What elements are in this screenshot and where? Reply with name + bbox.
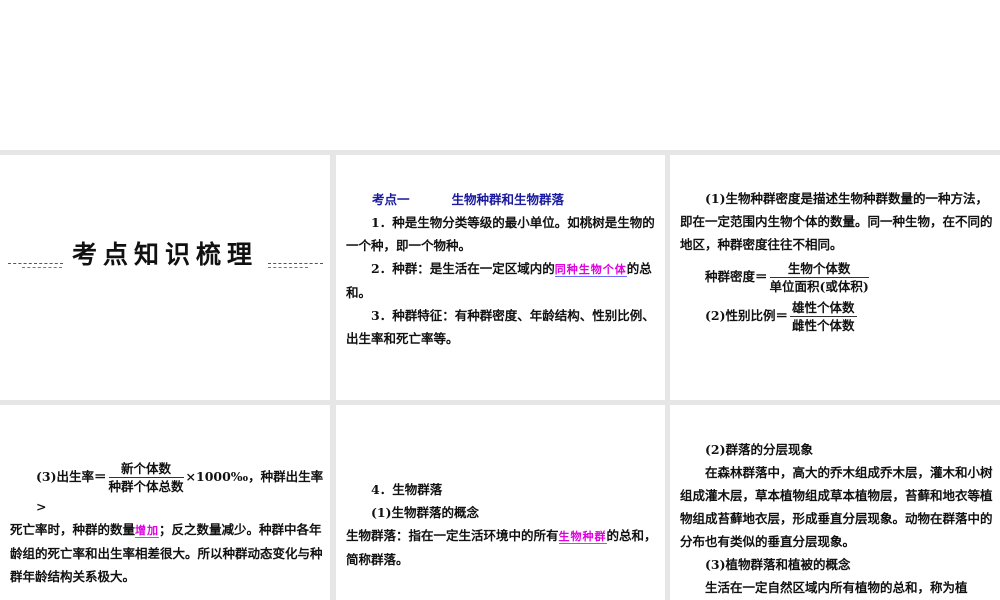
paragraph: (3)植物群落和植被的概念 [705,557,851,572]
paragraph: 生活在一定自然区域内所有植物的总和，称为植 [705,580,968,595]
paragraph: 生物群落：指在一定生活环境中的所有生物种群的总和，简称群落。 [346,524,657,571]
paragraph: (1)生物种群密度是描述生物种群数量的一种方法，即在一定范围内生物个体的数量。同… [680,191,993,252]
slide-5[interactable]: 4．生物群落 (1)生物群落的概念 生物群落：指在一定生活环境中的所有生物种群的… [336,405,665,600]
formula-label: (2)性别比例＝ [705,308,789,323]
highlight-answer: 生物种群 [558,530,607,544]
text: 2．种群：是生活在一定区域内的 [371,261,555,276]
heading-title: 生物种群和生物群落 [451,192,565,207]
slide-4[interactable]: (3)出生率＝ 新个体数 种群个体总数 ×1000‰，种群出生率> 死亡率时，种群的数… [0,405,330,600]
formula-density: 种群密度＝ 生物个体数 单位面积(或体积) [680,260,994,295]
paragraph: 1．种是生物分类等级的最小单位。如桃树是生物的一个种，即一个物种。 [346,215,655,253]
denominator: 种群个体总数 [108,479,184,494]
slide-1[interactable]: 考点知识梳理 [0,155,330,400]
divider [268,263,323,264]
numerator: 雄性个体数 [790,300,857,317]
denominator: 单位面积(或体积) [769,279,869,294]
text: 生物群落：指在一定生活环境中的所有 [346,528,559,543]
paragraph: 3．种群特征：有种群密度、年龄结构、性别比例、出生率和死亡率等。 [346,308,655,346]
paragraph: (2)群落的分层现象 [705,442,814,457]
section-heading: 考点一 生物种群和生物群落 [346,188,657,211]
slide-3[interactable]: (1)生物种群密度是描述生物种群数量的一种方法，即在一定范围内生物个体的数量。同… [670,155,1000,400]
formula-label: (3)出生率＝ [36,469,107,484]
highlight-answer: 同种生物个体 [554,263,627,277]
denominator: 雌性个体数 [792,318,855,333]
numerator: 新个体数 [108,460,184,478]
fraction: 新个体数 种群个体总数 [108,460,184,495]
paragraph: 2．种群：是生活在一定区域内的同种生物个体的总和。 [346,257,657,304]
heading-label: 考点一 [372,192,410,207]
slide-2[interactable]: 考点一 生物种群和生物群落 1．种是生物分类等级的最小单位。如桃树是生物的一个种，… [336,155,665,400]
formula-sex-ratio: (2)性别比例＝ 雄性个体数 雌性个体数 [680,299,994,334]
slide-grid: 考点知识梳理 考点一 生物种群和生物群落 1．种是生物分类等级的最小单位。如桃树是… [0,150,1000,600]
divider [22,267,62,268]
numerator: 生物个体数 [769,260,869,278]
fraction: 生物个体数 单位面积(或体积) [769,260,869,295]
fraction: 雄性个体数 雌性个体数 [790,299,857,334]
paragraph: 在森林群落中，高大的乔木组成乔木层，灌木和小树组成灌木层，草本植物组成草本植物层… [680,465,993,549]
slide-6[interactable]: (2)群落的分层现象 在森林群落中，高大的乔木组成乔木层，灌木和小树组成灌木层，… [670,405,1000,600]
highlight-answer: 增加 [135,524,160,538]
text: 死亡率时，种群的数量 [10,522,136,537]
paragraph: 4．生物群落 [371,482,443,497]
paragraph: 死亡率时，种群的数量增加；反之数量减少。种群中各年龄组的死亡率和出生率相差很大。… [10,518,324,588]
divider [268,267,308,268]
formula-birth-rate: (3)出生率＝ 新个体数 种群个体总数 ×1000‰，种群出生率> [10,460,324,518]
paragraph: (1)生物群落的概念 [371,505,480,520]
formula-label: 种群密度＝ [705,269,768,284]
